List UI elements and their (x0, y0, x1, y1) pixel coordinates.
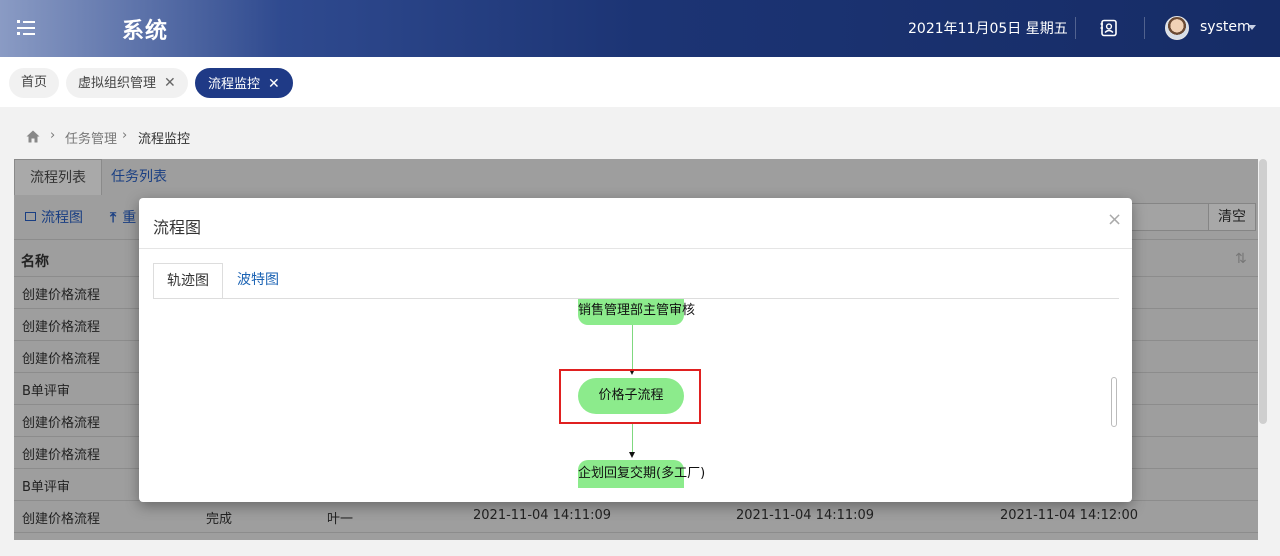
table-row[interactable]: B单评审 (22, 380, 70, 399)
toolbar-button[interactable]: ⤒ 重 (110, 207, 136, 227)
contact-book-icon[interactable] (1100, 19, 1118, 37)
page-scrollbar[interactable] (1259, 159, 1267, 424)
table-row[interactable]: 创建价格流程 (22, 348, 100, 367)
table-row[interactable]: B单评审 (22, 476, 70, 495)
search-input[interactable] (1127, 203, 1209, 231)
tab-home[interactable]: 首页 (9, 68, 60, 98)
table-row[interactable]: 创建价格流程 (22, 284, 100, 303)
chevron-down-icon[interactable] (1248, 25, 1256, 30)
tab-label: 虚拟组织管理 (78, 76, 157, 91)
flow-node-current[interactable]: 价格子流程 (578, 378, 684, 414)
user-avatar[interactable] (1165, 16, 1189, 40)
breadcrumb-item[interactable]: 任务管理 (65, 128, 117, 147)
tab-gantt-chart[interactable]: 波特图 (224, 263, 292, 299)
flow-node[interactable]: 企划回复交期(多工厂) (578, 460, 705, 488)
dialog-title: 流程图 (153, 218, 202, 237)
breadcrumb-separator: › (50, 128, 56, 143)
tab-process-list[interactable]: 流程列表 (14, 159, 102, 195)
app-title: 系统 (122, 19, 169, 44)
flowchart-dialog: 流程图 × 轨迹图 波特图 销售管理部主管审核 价格子流程 企划回复交期(多工厂… (139, 198, 1132, 502)
flow-node-label: 销售管理部主管审核 (578, 303, 696, 318)
table-cell-time: 2021-11-04 14:11:09 (736, 508, 875, 523)
image-icon (25, 212, 36, 221)
table-row[interactable]: 创建价格流程 (22, 508, 100, 527)
arrow-icon (629, 452, 635, 458)
page-tabs-bar: 首页 虚拟组织管理 ✕ 流程监控 ✕ (0, 57, 1280, 107)
flow-edge (632, 424, 633, 452)
flow-diagram: 销售管理部主管审核 价格子流程 企划回复交期(多工厂) (139, 299, 1132, 488)
sort-icon[interactable]: ⇅ (1235, 251, 1247, 267)
menu-toggle-icon[interactable] (17, 20, 35, 36)
table-row[interactable]: 创建价格流程 (22, 316, 100, 335)
breadcrumb-separator: › (122, 128, 128, 143)
flow-node-label: 价格子流程 (598, 388, 664, 403)
upload-icon: ⤒ (110, 210, 117, 226)
dialog-divider (139, 248, 1132, 249)
diagram-scrollbar[interactable] (1111, 377, 1117, 427)
close-icon[interactable]: ✕ (268, 69, 280, 99)
close-button[interactable]: × (1107, 209, 1122, 230)
tab-virtual-org[interactable]: 虚拟组织管理 ✕ (66, 68, 188, 98)
column-header-name[interactable]: 名称 (21, 251, 49, 271)
close-icon[interactable]: ✕ (164, 68, 176, 98)
clear-button[interactable]: 清空 (1208, 203, 1256, 231)
tab-task-list[interactable]: 任务列表 (96, 159, 182, 195)
table-cell-start-time: 2021-11-04 14:11:09 (473, 508, 612, 523)
home-icon[interactable] (26, 130, 40, 143)
flow-edge (632, 325, 633, 369)
breadcrumb-current: 流程监控 (138, 132, 191, 147)
flowchart-label: 流程图 (41, 210, 83, 226)
flow-node-label: 企划回复交期(多工厂) (578, 466, 706, 481)
tab-label: 流程监控 (208, 77, 261, 92)
top-header: 系统 2021年11月05日 星期五 system (0, 0, 1280, 57)
flow-node[interactable]: 销售管理部主管审核 (578, 299, 695, 325)
table-cell-person: 叶一 (327, 512, 354, 527)
table-cell-status: 完成 (206, 512, 233, 527)
flowchart-button[interactable]: 流程图 (25, 207, 83, 227)
tab-process-monitor[interactable]: 流程监控 ✕ (195, 68, 293, 98)
table-cell-end-time: 2021-11-04 14:12:00 (1000, 508, 1139, 523)
tab-trace-diagram[interactable]: 轨迹图 (153, 263, 223, 299)
user-name[interactable]: system (1200, 19, 1251, 35)
table-row[interactable]: 创建价格流程 (22, 412, 100, 431)
current-date: 2021年11月05日 星期五 (908, 21, 1068, 37)
tab-label: 首页 (21, 75, 48, 90)
header-divider (1144, 17, 1145, 39)
header-divider (1075, 17, 1076, 39)
divider (14, 532, 1258, 533)
toolbar-label: 重 (122, 210, 137, 226)
table-row[interactable]: 创建价格流程 (22, 444, 100, 463)
